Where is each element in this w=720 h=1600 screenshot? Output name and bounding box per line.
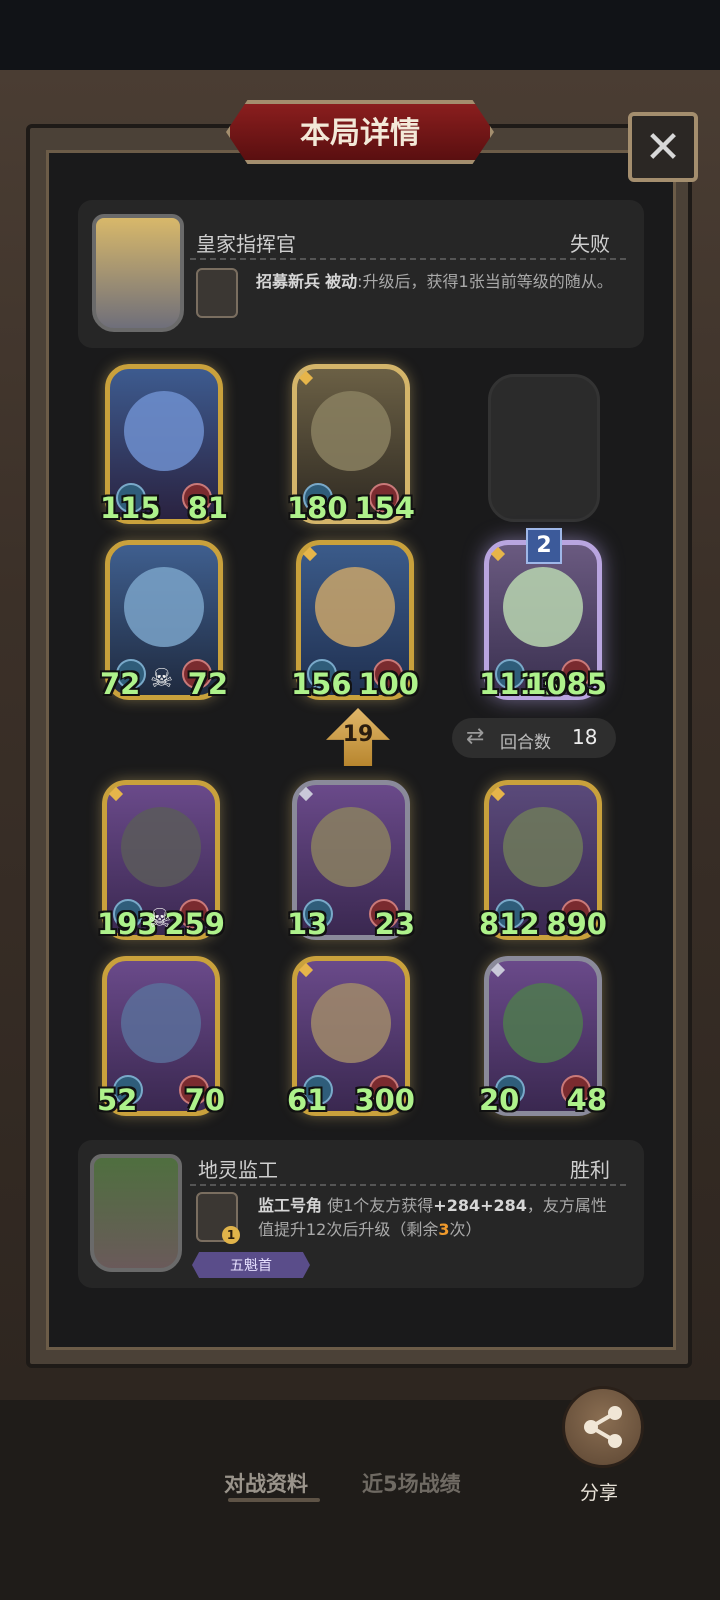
unit-portrait — [503, 983, 583, 1063]
recruit-skill-icon[interactable] — [196, 268, 238, 318]
tab-recent-matches[interactable]: 近5场战绩 — [362, 1468, 461, 1498]
close-button[interactable]: ✕ — [628, 112, 698, 182]
skill-desc: :升级后，获得1张当前等级的随从。 — [357, 272, 613, 291]
skull-icon: ☠ — [150, 664, 174, 694]
unit-health: 70 — [184, 1083, 225, 1117]
tab-battle-info[interactable]: 对战资料 — [224, 1468, 308, 1498]
unit-health: 259 — [164, 907, 225, 941]
unit-card[interactable]: 20 48 — [479, 956, 607, 1117]
round-label: 回合数 — [500, 733, 551, 753]
top-player-skill: 招募新兵 被动:升级后，获得1张当前等级的随从。 — [256, 270, 626, 294]
round-value: 18 — [572, 725, 598, 749]
unit-attack: 812 — [479, 907, 540, 941]
unit-portrait — [503, 567, 583, 647]
unit-card[interactable]: 1113 1085 — [479, 540, 607, 701]
unit-health: 154 — [354, 491, 415, 525]
empty-slot — [488, 374, 600, 522]
unit-card[interactable]: 61 300 — [287, 956, 415, 1117]
status-bar-area — [0, 0, 720, 70]
close-icon: ✕ — [644, 121, 682, 173]
skill-desc: 使1个友方获得 — [327, 1196, 434, 1215]
unit-health: 890 — [546, 907, 607, 941]
skull-icon: ☠ — [148, 904, 172, 934]
skill-level-badge: 1 — [222, 1226, 240, 1244]
cycle-icon: ⇄ — [466, 724, 485, 749]
unit-portrait — [121, 983, 201, 1063]
skill-bonus: +284+284 — [433, 1196, 527, 1215]
skill-type: 被动 — [325, 272, 358, 291]
unit-card[interactable]: 52 70 — [97, 956, 225, 1117]
unit-portrait — [311, 807, 391, 887]
tab-underline — [228, 1498, 320, 1502]
tier-gem-icon — [490, 546, 506, 562]
bottom-player-name: 地灵监工 — [198, 1158, 278, 1182]
unit-portrait — [124, 567, 204, 647]
skill-name: 招募新兵 — [256, 272, 321, 291]
skill-desc: 次） — [449, 1220, 482, 1239]
bottom-player-skill: 监工号角 使1个友方获得+284+284，友方属性值提升12次后升级（剩余3次） — [258, 1194, 618, 1242]
tavern-level: 19 — [342, 722, 374, 747]
unit-portrait — [311, 391, 391, 471]
unit-health: 23 — [374, 907, 415, 941]
tier-gem-icon — [298, 370, 314, 386]
unit-portrait — [311, 983, 391, 1063]
unit-attack: 52 — [97, 1083, 138, 1117]
unit-health: 300 — [354, 1083, 415, 1117]
unit-portrait — [124, 391, 204, 471]
unit-attack: 61 — [287, 1083, 328, 1117]
unit-card[interactable]: 812 890 — [479, 780, 607, 941]
top-player-name: 皇家指挥官 — [196, 232, 296, 256]
top-player-result: 失败 — [570, 232, 610, 256]
tier-gem-icon — [490, 962, 506, 978]
bottom-player-result: 胜利 — [570, 1158, 610, 1182]
unit-portrait — [315, 567, 395, 647]
skill-name: 监工号角 — [258, 1196, 323, 1215]
unit-health: 1085 — [526, 667, 607, 701]
unit-health: 100 — [358, 667, 419, 701]
divider — [190, 1184, 626, 1186]
share-icon — [584, 1406, 622, 1448]
tier-gem-icon — [108, 786, 124, 802]
unit-attack: 13 — [287, 907, 328, 941]
divider — [190, 258, 626, 260]
unit-card[interactable]: 115 81 — [100, 364, 228, 525]
unit-health: 48 — [566, 1083, 607, 1117]
unit-attack: 180 — [287, 491, 348, 525]
unit-portrait — [503, 807, 583, 887]
tier-gem-icon — [298, 962, 314, 978]
unit-attack: 115 — [100, 491, 161, 525]
tier-gem-icon — [490, 786, 506, 802]
golden-level-badge: 2 — [526, 528, 562, 564]
unit-health: 72 — [187, 667, 228, 701]
unit-attack: 72 — [100, 667, 141, 701]
unit-card[interactable]: 156 100 — [291, 540, 419, 701]
bottom-player-avatar — [90, 1154, 182, 1272]
tier-gem-icon — [302, 546, 318, 562]
skill-remaining: 3 — [438, 1220, 450, 1239]
dialog-title: 本局详情 — [300, 116, 420, 151]
unit-portrait — [121, 807, 201, 887]
unit-card[interactable]: 180 154 — [287, 364, 415, 525]
share-button[interactable] — [562, 1386, 644, 1468]
unit-health: 81 — [187, 491, 228, 525]
tier-gem-icon — [298, 786, 314, 802]
title-tag: 五魁首 — [192, 1252, 310, 1278]
unit-card[interactable]: 13 23 — [287, 780, 415, 941]
unit-attack: 156 — [291, 667, 352, 701]
top-player-avatar — [92, 214, 184, 332]
share-label: 分享 — [580, 1482, 619, 1504]
unit-attack: 20 — [479, 1083, 520, 1117]
